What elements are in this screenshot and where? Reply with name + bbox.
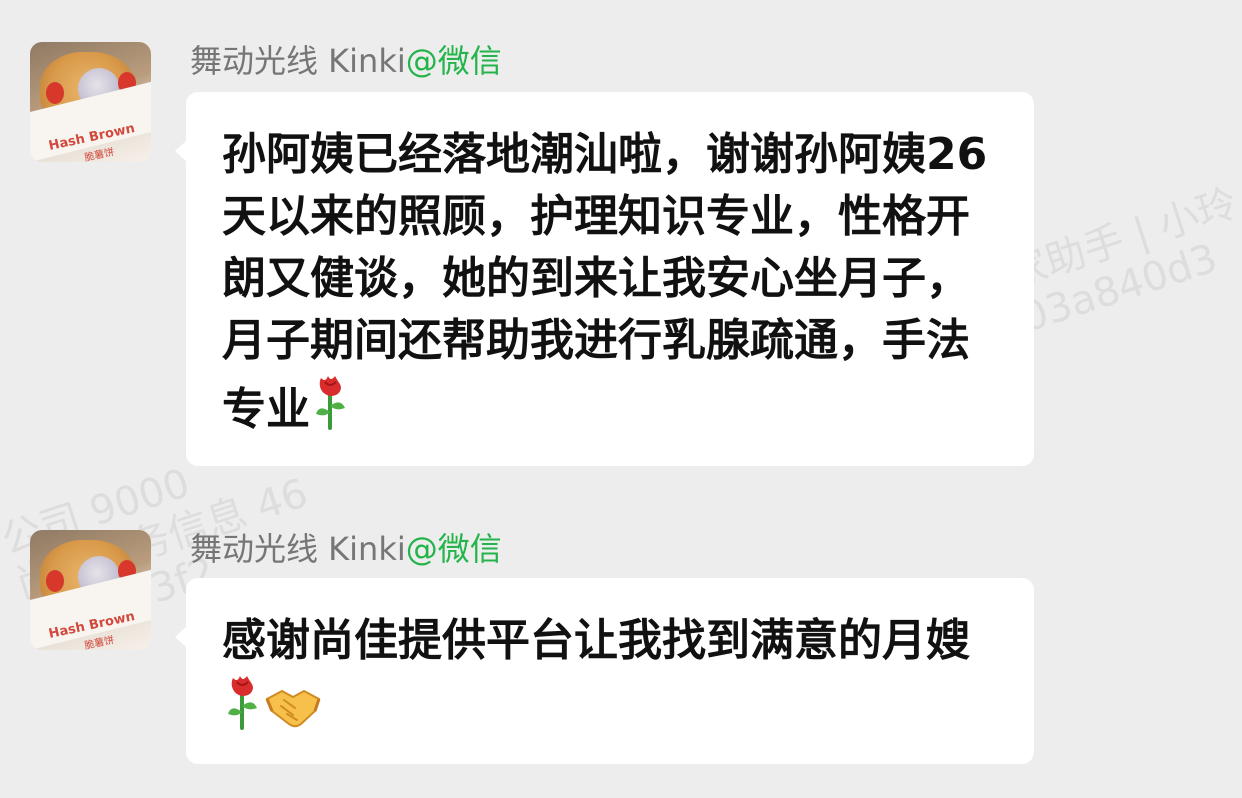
rose-emoji [226,672,260,747]
sender-app-tag: @微信 [405,42,502,80]
message-text-wrapper: 孙阿姨已经落地潮汕啦，谢谢孙阿姨26天以来的照顾，护理知识专业，性格开朗又健谈，… [222,124,998,447]
message-bubble[interactable]: 感谢尚佳提供平台让我找到满意的月嫂 [175,578,1034,764]
message-text-wrapper: 感谢尚佳提供平台让我找到满意的月嫂 [222,610,998,747]
sender-line: 舞动光线 Kinki@微信 [190,528,502,570]
avatar[interactable]: Hash Brown 脆薯饼 [30,530,151,650]
blush-mark [46,82,64,104]
handshake-emoji [264,684,322,747]
sender-name: 舞动光线 Kinki [190,42,406,80]
message-text: 感谢尚佳提供平台让我找到满意的月嫂 [222,615,970,666]
rose-emoji [314,372,348,447]
watermark-right: 家助手 | 小玲 03a840d3 [1001,180,1242,342]
sender-name: 舞动光线 Kinki [190,530,406,568]
blush-mark [46,570,64,592]
sender-app-tag: @微信 [405,530,502,568]
avatar[interactable]: Hash Brown 脆薯饼 [30,42,151,162]
sender-line: 舞动光线 Kinki@微信 [190,40,502,82]
message-bubble[interactable]: 孙阿姨已经落地潮汕啦，谢谢孙阿姨26天以来的照顾，护理知识专业，性格开朗又健谈，… [175,92,1034,466]
